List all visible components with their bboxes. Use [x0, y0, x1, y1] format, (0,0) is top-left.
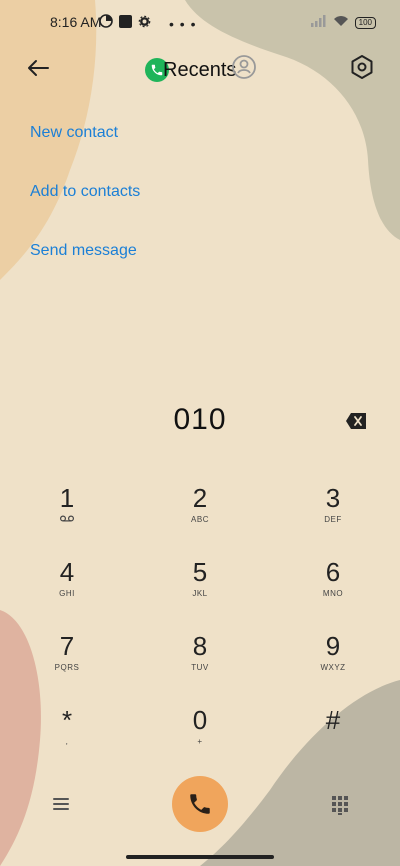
key-digit: 1	[59, 483, 75, 513]
more-notifications-icon: • • •	[169, 15, 197, 32]
battery-icon: 100	[354, 17, 376, 29]
app-header: Recents	[0, 44, 400, 92]
key-letters: ABC	[191, 515, 209, 524]
key-letters: ,	[65, 737, 69, 746]
send-message-link[interactable]: Send message	[30, 242, 137, 260]
data-saver-icon	[99, 14, 113, 33]
hexagon-settings-icon	[351, 55, 373, 79]
key-6[interactable]: 6 MNO	[288, 557, 378, 617]
square-app-icon	[119, 14, 132, 33]
back-button[interactable]	[24, 54, 52, 82]
key-letters: DEF	[324, 515, 342, 524]
status-time: 8:16 AM	[50, 14, 102, 30]
dialpad-icon	[332, 796, 348, 815]
key-5[interactable]: 5 JKL	[155, 557, 245, 617]
contacts-tab[interactable]	[230, 53, 258, 81]
key-hash[interactable]: #	[288, 705, 378, 765]
call-button[interactable]	[172, 776, 228, 832]
key-digit: 7	[59, 631, 75, 661]
new-contact-link[interactable]: New contact	[30, 124, 118, 142]
backspace-button[interactable]	[345, 412, 367, 430]
key-9[interactable]: 9 WXYZ	[288, 631, 378, 691]
status-left-icons: • • •	[99, 14, 196, 33]
key-0[interactable]: 0 +	[155, 705, 245, 765]
key-letters: JKL	[192, 589, 208, 598]
person-circle-icon	[232, 55, 256, 79]
gear-small-icon	[138, 15, 151, 33]
signal-icon	[310, 14, 327, 32]
key-digit: 3	[325, 483, 341, 513]
recents-tab[interactable]: Recents	[145, 56, 236, 84]
settings-button[interactable]	[348, 53, 376, 81]
key-digit: 5	[192, 557, 208, 587]
key-8[interactable]: 8 TUV	[155, 631, 245, 691]
page-title: Recents	[163, 58, 237, 81]
key-2[interactable]: 2 ABC	[155, 483, 245, 543]
key-digit: 6	[325, 557, 341, 587]
menu-button[interactable]	[50, 793, 72, 815]
dialpad-toggle-button[interactable]	[330, 795, 350, 815]
wifi-icon	[333, 14, 349, 32]
arrow-left-icon	[28, 60, 49, 76]
key-4[interactable]: 4 GHI	[22, 557, 112, 617]
add-to-contacts-link[interactable]: Add to contacts	[30, 183, 140, 201]
key-letters: +	[197, 737, 203, 746]
key-3[interactable]: 3 DEF	[288, 483, 378, 543]
key-digit: 9	[325, 631, 341, 661]
key-letters: MNO	[322, 589, 344, 598]
key-star[interactable]: * ,	[22, 705, 112, 765]
status-bar: 8:16 AM • • • 100	[0, 0, 400, 44]
key-1[interactable]: 1	[22, 483, 112, 543]
backspace-icon	[346, 413, 366, 429]
key-digit: *	[61, 705, 73, 735]
key-letters: TUV	[191, 663, 209, 672]
status-right-icons: 100	[310, 14, 376, 32]
key-digit: 8	[192, 631, 208, 661]
phone-icon	[190, 794, 210, 814]
key-digit: 0	[192, 705, 208, 735]
battery-level: 100	[354, 17, 376, 29]
key-7[interactable]: 7 PQRS	[22, 631, 112, 691]
voicemail-icon	[22, 515, 112, 524]
key-letters: GHI	[59, 589, 75, 598]
home-indicator[interactable]	[126, 855, 274, 859]
dialed-number: 010	[173, 403, 227, 436]
hamburger-menu-icon	[53, 798, 69, 810]
key-digit: 4	[59, 557, 75, 587]
key-letters: PQRS	[54, 663, 80, 672]
key-digit: #	[325, 705, 341, 735]
key-digit: 2	[192, 483, 208, 513]
key-letters: WXYZ	[320, 663, 346, 672]
